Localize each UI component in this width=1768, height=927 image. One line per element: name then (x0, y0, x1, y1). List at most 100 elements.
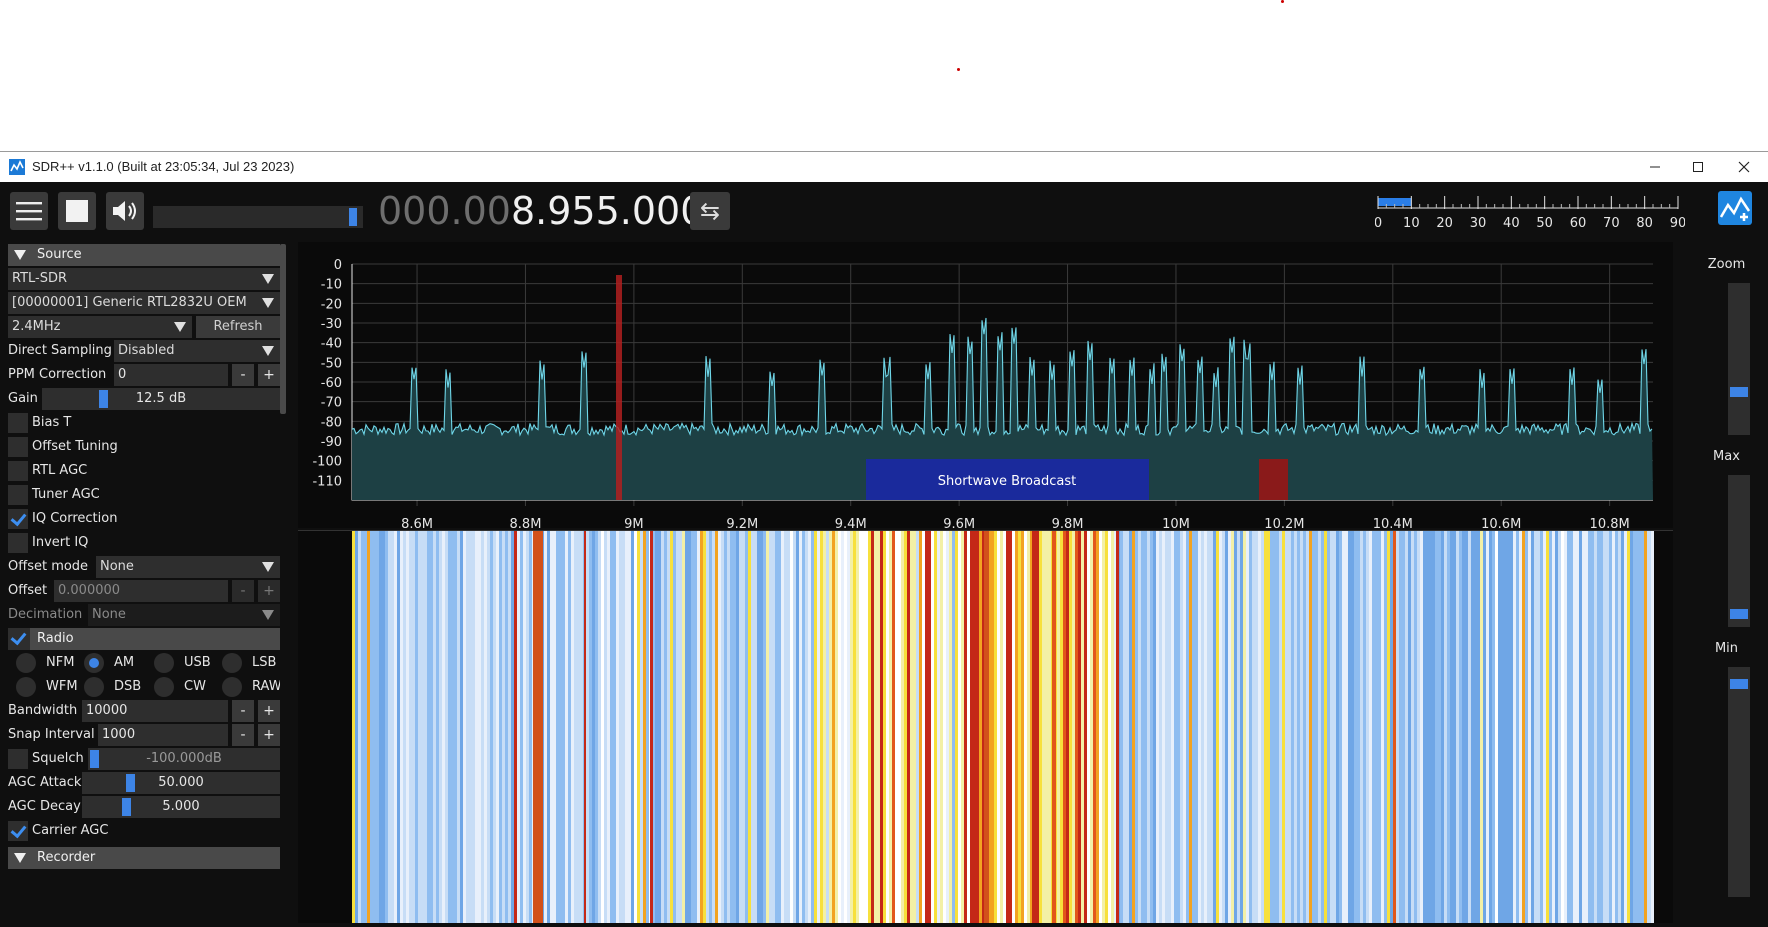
invert-iq-checkbox[interactable] (8, 533, 28, 553)
iq-correction-checkbox[interactable] (8, 509, 28, 529)
offset-input[interactable]: 0.000000 (54, 580, 228, 602)
offset-decrement-button[interactable]: - (232, 580, 254, 602)
waterfall-column (727, 531, 730, 923)
waterfall-column (1435, 531, 1438, 923)
min-slider[interactable] (1728, 667, 1750, 897)
waterfall-column (661, 531, 664, 923)
maximize-button[interactable] (1681, 156, 1715, 178)
band-plan-marker[interactable] (1259, 459, 1288, 500)
tuner-agc-checkbox[interactable] (8, 485, 28, 505)
fft-plot[interactable]: Shortwave Broadcast 0 -10 -20 -30 -40 -50 -60 -… (298, 242, 1673, 532)
bandwidth-input[interactable]: 10000 (82, 700, 228, 722)
mode-radio-wfm[interactable] (16, 677, 36, 697)
direct-sampling-select[interactable]: Disabled (114, 340, 280, 362)
fft-panel[interactable]: Shortwave Broadcast 0 -10 -20 -30 -40 -50 -60 -… (298, 242, 1673, 532)
recorder-section-header[interactable]: Recorder (8, 847, 280, 869)
waterfall-column (382, 531, 385, 923)
waterfall-column (451, 531, 454, 923)
zoom-slider-grab[interactable] (1730, 387, 1748, 397)
sdrpp-logo-icon[interactable] (1718, 191, 1752, 225)
waterfall-column (1384, 531, 1387, 923)
ppm-increment-button[interactable]: + (258, 364, 280, 386)
frequency-leading-digits[interactable]: 000.00 (378, 189, 511, 233)
waterfall-column (1144, 531, 1147, 923)
bias-t-checkbox[interactable] (8, 413, 28, 433)
waterfall-column (625, 531, 628, 923)
waterfall-column (1192, 531, 1195, 923)
waterfall-column (1207, 531, 1210, 923)
waterfall-column (784, 531, 787, 923)
bandwidth-decrement-button[interactable]: - (232, 700, 254, 722)
volume-slider-grab[interactable] (349, 208, 357, 226)
decimation-select[interactable]: None (88, 604, 280, 626)
frequency-digits[interactable]: 8.955.000 (511, 189, 704, 233)
minimize-button[interactable] (1638, 156, 1672, 178)
carrier-agc-checkbox[interactable] (8, 821, 28, 841)
waterfall-column (1585, 531, 1588, 923)
invert-iq-row: Invert IQ (8, 532, 280, 554)
tuning-mode-button[interactable]: ⇆ (690, 192, 730, 230)
waterfall-display[interactable] (298, 531, 1673, 923)
sample-rate-select[interactable]: 2.4MHz (8, 316, 192, 338)
close-button[interactable] (1727, 156, 1761, 178)
offset-mode-select[interactable]: None (96, 556, 280, 578)
sidebar-scrollbar[interactable] (280, 244, 286, 414)
fft-x-tick-label: 9.2M (726, 517, 758, 528)
radio-section-header[interactable]: Radio (8, 628, 280, 650)
waterfall-column (1465, 531, 1468, 923)
frequency-display[interactable]: 000.008.955.000 (378, 189, 704, 233)
offset-increment-button[interactable]: + (258, 580, 280, 602)
mode-label-am: AM (114, 655, 135, 670)
squelch-checkbox[interactable] (8, 749, 28, 769)
gain-slider[interactable]: 12.5 dB (42, 388, 280, 410)
waterfall-column (676, 531, 679, 923)
ppm-decrement-button[interactable]: - (232, 364, 254, 386)
refresh-button[interactable]: Refresh (196, 316, 280, 338)
mode-label-dsb: DSB (114, 679, 142, 694)
rtl-agc-checkbox[interactable] (8, 461, 28, 481)
snap-interval-input[interactable]: 1000 (98, 724, 228, 746)
snap-interval-row: Snap Interval 1000 - + (8, 724, 280, 746)
agc-attack-slider[interactable]: 50.000 (82, 772, 280, 794)
waterfall-panel[interactable] (298, 530, 1673, 923)
mode-radio-nfm[interactable] (16, 653, 36, 673)
menu-button[interactable] (10, 192, 48, 230)
zoom-slider-track[interactable] (1728, 283, 1750, 435)
mode-radio-dsb[interactable] (84, 677, 104, 697)
source-select[interactable]: RTL-SDR (8, 268, 280, 290)
bandwidth-increment-button[interactable]: + (258, 700, 280, 722)
dropdown-arrow-icon (262, 562, 274, 572)
vfo-marker[interactable] (616, 275, 622, 500)
source-section-header[interactable]: Source (8, 244, 280, 266)
stop-button[interactable] (58, 192, 96, 230)
agc-decay-slider[interactable]: 5.000 (82, 796, 280, 818)
mute-button[interactable] (106, 192, 144, 230)
waterfall-column (397, 531, 400, 923)
volume-slider[interactable] (153, 206, 363, 228)
ppm-input[interactable]: 0 (114, 364, 228, 386)
device-select[interactable]: [00000001] Generic RTL2832U OEM (8, 292, 280, 314)
max-slider[interactable] (1728, 475, 1750, 627)
mode-radio-lsb[interactable] (222, 653, 242, 673)
max-slider-grab[interactable] (1730, 609, 1748, 619)
waterfall-column (1186, 531, 1189, 923)
mode-radio-usb[interactable] (154, 653, 174, 673)
offset-tuning-checkbox[interactable] (8, 437, 28, 457)
waterfall-column (793, 531, 796, 923)
waterfall-column (1468, 531, 1471, 923)
mode-radio-am[interactable] (84, 653, 104, 673)
mode-radio-cw[interactable] (154, 677, 174, 697)
waterfall-column (856, 531, 859, 923)
waterfall-column (1321, 531, 1324, 923)
mode-radio-raw[interactable] (222, 677, 242, 697)
min-slider-grab[interactable] (1730, 679, 1748, 689)
snap-decrement-button[interactable]: - (232, 724, 254, 746)
waterfall-column (889, 531, 892, 923)
mode-label-raw: RAW (252, 679, 280, 694)
waterfall-column (781, 531, 784, 923)
snap-increment-button[interactable]: + (258, 724, 280, 746)
decimation-row: Decimation None (8, 604, 280, 626)
radio-enable-checkbox[interactable] (8, 628, 30, 650)
rtl-agc-row: RTL AGC (8, 460, 280, 482)
squelch-slider[interactable]: -100.000dB (88, 748, 280, 770)
